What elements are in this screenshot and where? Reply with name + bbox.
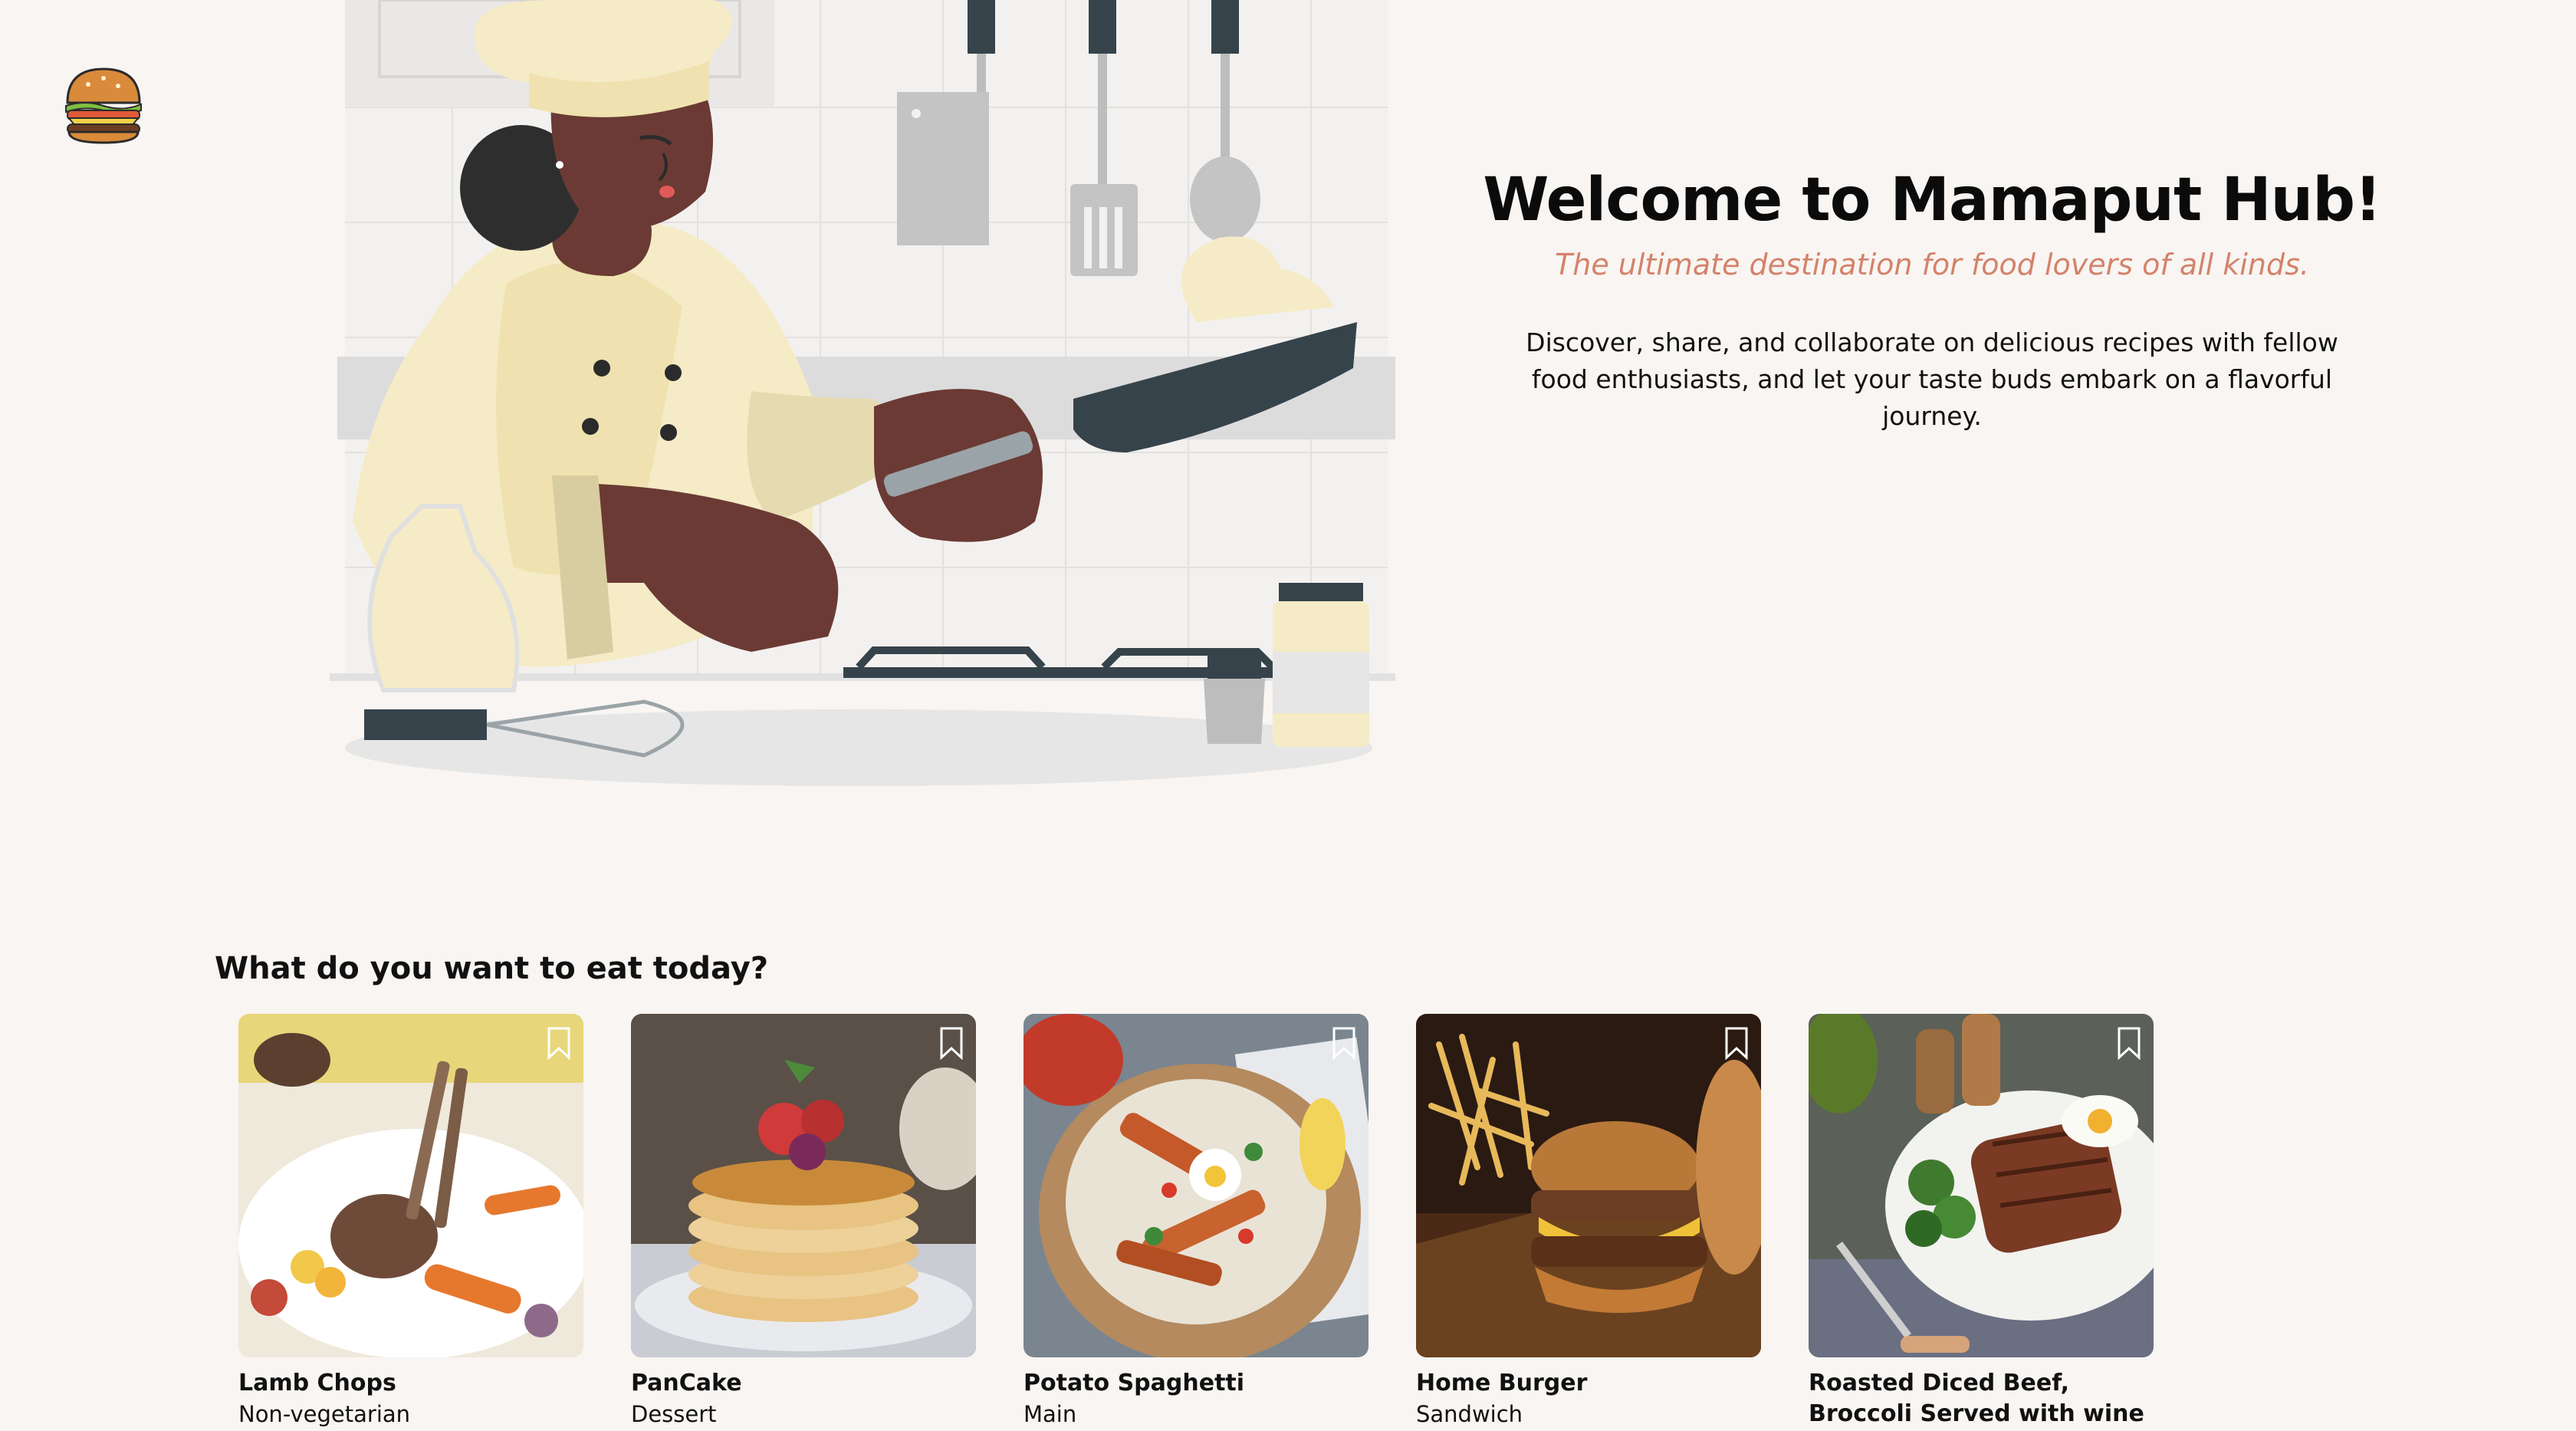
chef-cooking-illustration [322,0,1395,798]
recipe-title[interactable]: Potato Spaghetti [1024,1368,1368,1399]
recipe-category: Main [1024,1401,1077,1427]
bookmark-icon[interactable] [1330,1026,1358,1060]
recipe-title[interactable]: Home Burger [1416,1368,1761,1399]
recipe-card[interactable]: Lamb Chops Non-vegetarian [238,1014,583,1429]
recipe-card[interactable]: Home Burger Sandwich [1416,1014,1761,1429]
bookmark-icon[interactable] [938,1026,965,1060]
recipe-title[interactable]: Lamb Chops [238,1368,583,1399]
recipe-image-potato-spaghetti[interactable] [1024,1014,1368,1357]
hero-tagline: The ultimate destination for food lovers… [1555,248,2309,281]
recipe-card[interactable]: Roasted Diced Beef, Broccoli Served with… [1809,1014,2154,1429]
burger-logo-icon[interactable] [61,63,146,147]
section-heading: What do you want to eat today? [215,951,769,986]
recipe-category: Non-vegetarian [238,1401,411,1427]
recipe-image-roasted-diced-beef[interactable] [1809,1014,2154,1357]
hero-description: Discover, share, and collaborate on deli… [1526,327,2338,431]
bookmark-icon[interactable] [1723,1026,1750,1060]
recipe-image-pancake[interactable] [631,1014,976,1357]
recipe-title[interactable]: PanCake [631,1368,976,1399]
recipe-image-home-burger[interactable] [1416,1014,1761,1357]
recipe-image-lamb-chops[interactable] [238,1014,583,1357]
recipe-title[interactable]: Roasted Diced Beef, Broccoli Served with… [1809,1368,2154,1429]
recipe-card[interactable]: Potato Spaghetti Main [1024,1014,1368,1429]
recipe-card[interactable]: PanCake Dessert [631,1014,976,1429]
hero-section: Welcome to Mamaput Hub! The ultimate des… [1426,157,2438,435]
recipe-category: Dessert [631,1401,717,1427]
bookmark-icon[interactable] [545,1026,573,1060]
bookmark-icon[interactable] [2115,1026,2143,1060]
recipe-category: Sandwich [1416,1401,1523,1427]
hero-title: Welcome to Mamaput Hub! [1483,166,2381,235]
